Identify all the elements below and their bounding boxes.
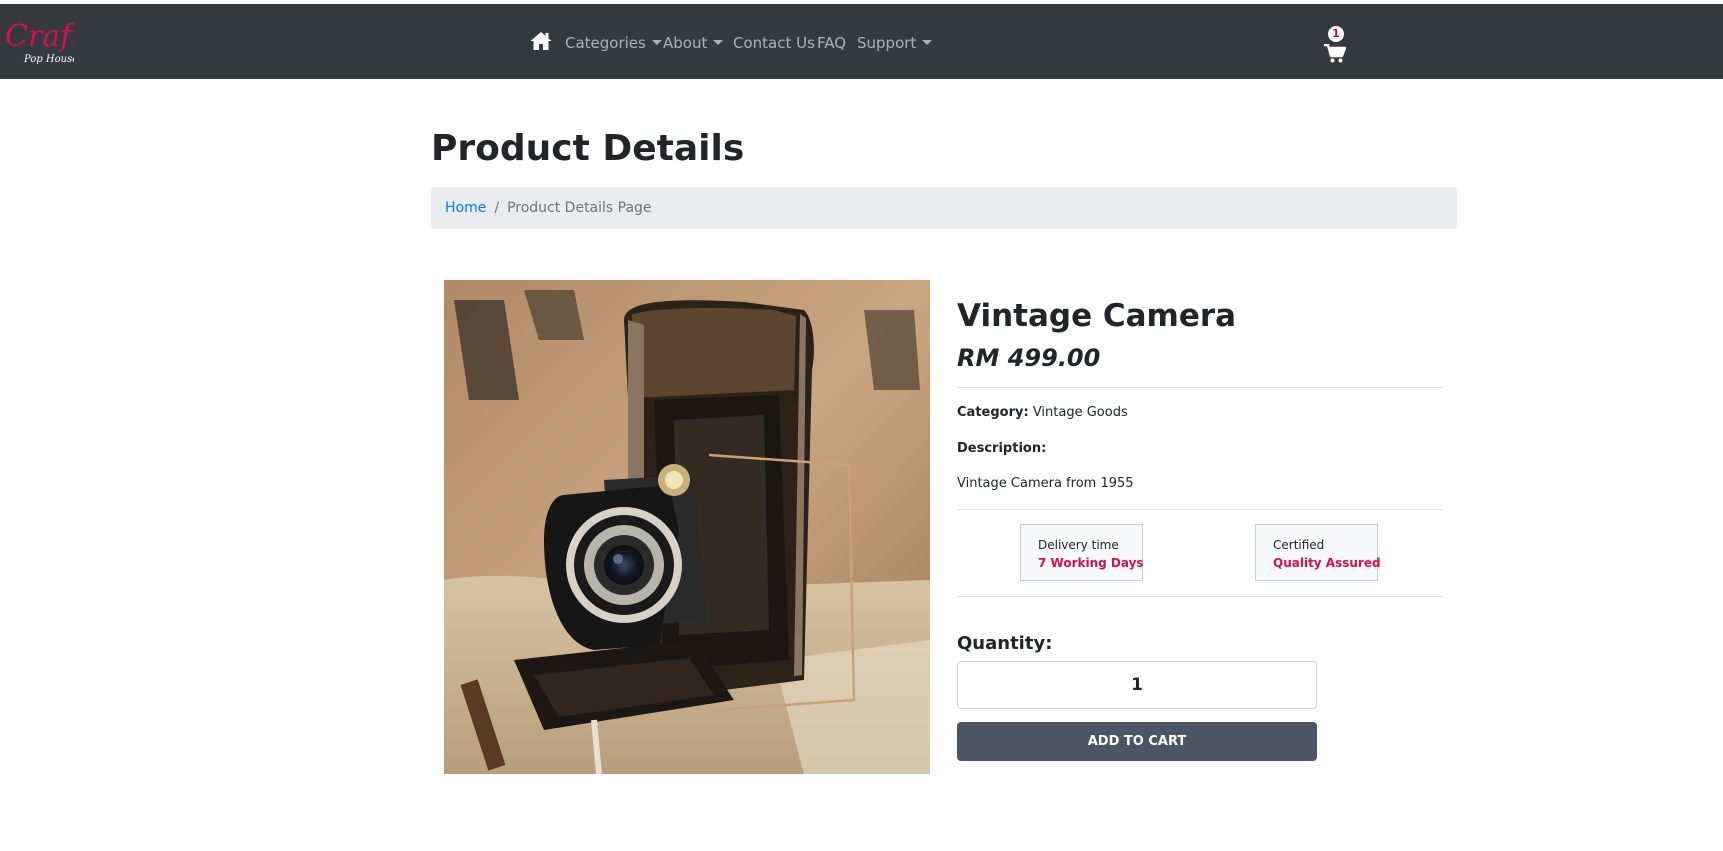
divider [957,509,1443,510]
feature-value: Quality Assured [1273,556,1381,570]
nav-about-label: About [663,34,708,52]
breadcrumb-current: Product Details Page [507,200,652,216]
nav-support[interactable]: Support [857,34,933,52]
home-icon[interactable] [530,31,552,51]
chevron-down-icon [651,40,662,45]
logo-text-bottom: Pop House [23,54,74,65]
add-to-cart-button[interactable]: ADD TO CART [957,722,1317,761]
description-label: Description: [957,440,1046,458]
product-description: Vintage Camera from 1955 [957,476,1134,491]
chevron-down-icon [713,40,724,45]
product-category: Category: Vintage Goods [957,404,1128,422]
brand-logo[interactable]: Craft Pop House [4,14,74,66]
feature-value: 7 Working Days [1038,556,1144,570]
nav-faq[interactable]: FAQ [817,34,846,52]
feature-title: Delivery time [1038,538,1119,552]
shopping-cart-icon [1324,44,1346,63]
page-title: Product Details [431,128,745,169]
logo-graphic: Craft Pop House [5,19,74,65]
divider [957,387,1443,388]
feature-certified: Certified Quality Assured [1255,524,1381,581]
breadcrumb: Home / Product Details Page [431,187,1457,229]
description-label-text: Description: [957,441,1047,456]
cart-button[interactable]: 1 [1324,26,1352,66]
logo-text-top: Craft [5,19,74,54]
breadcrumb-separator: / [494,200,500,216]
nav-about[interactable]: About [663,34,724,52]
category-label: Category: [957,405,1029,420]
product-name: Vintage Camera [957,298,1237,334]
product-price: RM 499.00 [957,344,1101,372]
quantity-label: Quantity: [957,633,1053,654]
nav-support-label: Support [857,34,917,52]
product-image [444,280,930,774]
nav-categories[interactable]: Categories [565,34,662,52]
vintage-camera-photo [444,280,930,774]
divider [957,596,1443,597]
nav-contact-us[interactable]: Contact Us [733,34,815,52]
navbar: Craft Pop House Categories About Contact… [0,4,1723,79]
quantity-input[interactable] [957,661,1317,709]
breadcrumb-home-link[interactable]: Home [445,200,486,216]
feature-title: Certified [1273,538,1325,552]
nav-categories-label: Categories [565,34,646,52]
chevron-down-icon [922,40,933,45]
feature-delivery-time: Delivery time 7 Working Days [1020,524,1144,581]
cart-count-badge: 1 [1328,26,1344,42]
category-value: Vintage Goods [1032,405,1128,420]
